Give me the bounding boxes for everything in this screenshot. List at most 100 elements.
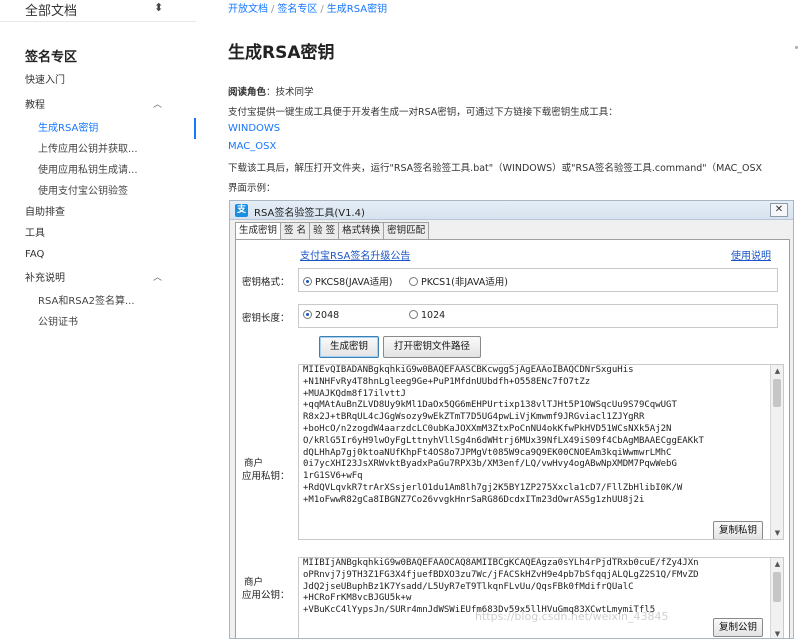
key-length-label: 密钥长度： <box>242 313 290 324</box>
radio-2048[interactable]: 2048 <box>303 310 339 321</box>
scroll-thumb[interactable] <box>773 379 781 407</box>
upgrade-notice-link[interactable]: 支付宝RSA签名升级公告 <box>300 247 410 262</box>
key-line: +MUAJKQdm8f17ilvttJ <box>303 388 406 399</box>
breadcrumb: 开放文档 / 签名专区 / 生成RSA密钥 <box>228 0 387 15</box>
sidebar-item-tutorial[interactable]: 教程 ︿ <box>0 95 196 116</box>
key-line: MIIEvQIBADANBgkqhkiG9w0BAQEFAASCBKcwggSj… <box>303 365 634 375</box>
intro-text: 支付宝提供一键生成工具便于开发者生成一对RSA密钥，可通过下方链接下载密钥生成工… <box>228 107 618 118</box>
updown-caret-icon: ⬍ <box>154 1 164 14</box>
sidebar-section-title: 签名专区 <box>25 50 78 65</box>
instructions-text: 下载该工具后，解压打开文件夹，运行"RSA签名验签工具.bat"（WINDOWS… <box>228 163 763 174</box>
radio-1024[interactable]: 1024 <box>409 310 445 321</box>
tab-generate-key[interactable]: 生成密钥 <box>235 222 282 240</box>
sidebar-item-label: FAQ <box>25 249 45 260</box>
sidebar-item-label: 使用应用私钥生成请... <box>38 165 138 176</box>
radio-pkcs1[interactable]: PKCS1(非JAVA适用) <box>409 274 508 288</box>
scroll-up-icon[interactable]: ▲ <box>771 365 783 377</box>
key-line: +boHcO/n2zogdW4aarzdcLC0ubKaJOXXmM3ZtxPo… <box>303 423 672 434</box>
sidebar-item-tools[interactable]: 工具 <box>0 223 196 244</box>
window-titlebar: 支 RSA签名验签工具(V1.4) ✕ <box>230 201 793 220</box>
tab-verify[interactable]: 验 签 <box>309 222 340 239</box>
sidebar-item-label: 使用支付宝公钥验签 <box>38 186 128 197</box>
key-line: JdQ2jseUBuphBz1K7Ysadd/L5UyR7eT9TlkqnFLv… <box>303 581 634 592</box>
open-key-path-button[interactable]: 打开密钥文件路径 <box>383 336 482 358</box>
generate-key-panel: 支付宝RSA签名升级公告 使用说明 密钥格式： PKCS8(JAVA适用) PK… <box>235 239 790 638</box>
help-link[interactable]: 使用说明 <box>731 247 771 262</box>
sidebar-item-rsa-rsa2[interactable]: RSA和RSA2签名算... <box>0 291 196 312</box>
scroll-up-icon[interactable]: ▲ <box>771 558 783 570</box>
key-format-label: 密钥格式： <box>242 277 290 288</box>
scroll-thumb[interactable] <box>773 572 781 602</box>
windows-download-link[interactable]: WINDOWS <box>228 123 280 134</box>
generate-key-button[interactable]: 生成密钥 <box>319 336 380 358</box>
role-label: 阅读角色 <box>228 87 267 98</box>
key-line: MIIBIjANBgkqhkiG9w0BAQEFAAOCAQ8AMIIBCgKC… <box>303 558 699 568</box>
sidebar-item-label: 公钥证书 <box>38 317 78 328</box>
radio-selected-icon <box>303 310 312 319</box>
page-title: 生成RSA密钥 <box>228 43 335 63</box>
radio-selected-icon <box>303 277 312 286</box>
sidebar-item-label: 教程 <box>25 100 45 111</box>
breadcrumb-link-sign-zone[interactable]: 签名专区 <box>277 4 317 15</box>
key-line: 1rG1SV6+wFq <box>303 471 363 482</box>
private-key-label-1: 商户 <box>244 458 264 469</box>
sidebar-item-label: 自助排查 <box>25 207 65 218</box>
key-line: R8x2J+tBRqUL4cJGgWsozy9wEkZTmT7D5UG4pwLi… <box>303 412 645 423</box>
radio-label: PKCS1(非JAVA适用) <box>421 277 508 288</box>
private-key-textarea[interactable]: MIIEvQIBADANBgkqhkiG9w0BAQEFAASCBKcwggSj… <box>298 364 784 540</box>
doc-selector-label: 全部文档 <box>25 4 78 19</box>
key-line: +qqMAtAuBnZLVD8Uy9kMl1DaOx5QG6mEHPUrtixp… <box>303 400 677 411</box>
private-key-text: MIIEvQIBADANBgkqhkiG9w0BAQEFAASCBKcwggSj… <box>299 365 783 507</box>
sidebar-item-label: RSA和RSA2签名算... <box>38 296 135 307</box>
sidebar-item-label: 补充说明 <box>25 273 65 284</box>
reading-role: 阅读角色：技术同学 <box>228 84 314 98</box>
breadcrumb-separator: / <box>320 4 324 15</box>
radio-label: 1024 <box>421 310 446 321</box>
breadcrumb-current[interactable]: 生成RSA密钥 <box>327 4 387 15</box>
public-key-text: MIIBIjANBgkqhkiG9w0BAQEFAAOCAQ8AMIIBCgKC… <box>299 558 783 617</box>
public-key-textarea[interactable]: MIIBIjANBgkqhkiG9w0BAQEFAAOCAQ8AMIIBCgKC… <box>298 557 784 638</box>
sidebar-item-generate-rsa-key[interactable]: 生成RSA密钥 <box>0 118 196 139</box>
public-key-scrollbar[interactable]: ▲ ▼ <box>770 558 783 638</box>
sidebar-item-self-check[interactable]: 自助排查 <box>0 202 196 223</box>
sidebar-item-private-key-sign[interactable]: 使用应用私钥生成请... <box>0 160 196 181</box>
key-line: +HCRoFrKM8vcBJGU5k+w <box>303 593 412 604</box>
edge-marker <box>795 46 798 49</box>
role-value: ：技术同学 <box>266 87 314 98</box>
sidebar-item-supplement[interactable]: 补充说明 ︿ <box>0 268 196 289</box>
scroll-down-icon[interactable]: ▼ <box>771 527 783 539</box>
key-line: 0i7ycXHI23JsXRWvktByadxPaGu7RPX3b/XM3enf… <box>303 459 677 470</box>
key-line: O/kRlG5Ir6yH9lwOyFgLttnyhVllSg4n6dWHtrj6… <box>303 435 704 446</box>
radio-label: PKCS8(JAVA适用) <box>315 277 393 288</box>
copy-public-key-button[interactable]: 复制公钥 <box>713 618 764 637</box>
sidebar-item-verify-sign[interactable]: 使用支付宝公钥验签 <box>0 181 196 202</box>
radio-label: 2048 <box>315 310 340 321</box>
copy-private-key-button[interactable]: 复制私钥 <box>713 521 764 539</box>
private-key-scrollbar[interactable]: ▲ ▼ <box>770 365 783 539</box>
radio-pkcs8[interactable]: PKCS8(JAVA适用) <box>303 274 392 288</box>
sidebar-item-label: 生成RSA密钥 <box>38 123 99 134</box>
chevron-up-icon: ︿ <box>153 273 163 283</box>
radio-unselected-icon <box>409 310 418 319</box>
sidebar-item-faq[interactable]: FAQ <box>0 244 196 265</box>
doc-selector[interactable]: 全部文档 ⬍ <box>0 0 196 22</box>
tab-format-convert[interactable]: 格式转换 <box>338 222 385 239</box>
sidebar-item-upload-public-key[interactable]: 上传应用公钥并获取... <box>0 139 196 160</box>
breadcrumb-link-open-docs[interactable]: 开放文档 <box>228 4 268 15</box>
scroll-down-icon[interactable]: ▼ <box>771 628 783 638</box>
key-line: +M1oFwwR82gCa8IBGNZ7Co26vvgkHnrSaRG86Dcd… <box>303 494 645 505</box>
tab-key-match[interactable]: 密钥匹配 <box>383 222 430 239</box>
private-key-label-2: 应用私钥： <box>242 471 290 482</box>
radio-unselected-icon <box>409 277 418 286</box>
key-line: +N1NHFvRy4T8hnLgleeg9Ge+PuP1MfdnUUbdfh+O… <box>303 376 591 387</box>
sidebar-item-quickstart[interactable]: 快速入门 <box>0 70 196 91</box>
public-key-label-2: 应用公钥： <box>242 590 290 601</box>
example-label: 界面示例： <box>228 183 276 194</box>
sidebar-item-public-key-cert[interactable]: 公钥证书 <box>0 312 196 333</box>
key-line: oPRnvj7j9TH3Z1FG3X4fjuefBDXO3zu7Wc/jFACS… <box>303 569 699 580</box>
close-button[interactable]: ✕ <box>770 203 788 217</box>
rsa-tool-window: 支 RSA签名验签工具(V1.4) ✕ 生成密钥 签 名 验 签 格式转换 密钥… <box>229 200 794 639</box>
tab-sign[interactable]: 签 名 <box>280 222 311 239</box>
sidebar: 全部文档 ⬍ 签名专区 快速入门 教程 ︿ 生成RSA密钥 上传应用公钥并获取..… <box>0 0 196 639</box>
mac-download-link[interactable]: MAC_OSX <box>228 141 276 152</box>
